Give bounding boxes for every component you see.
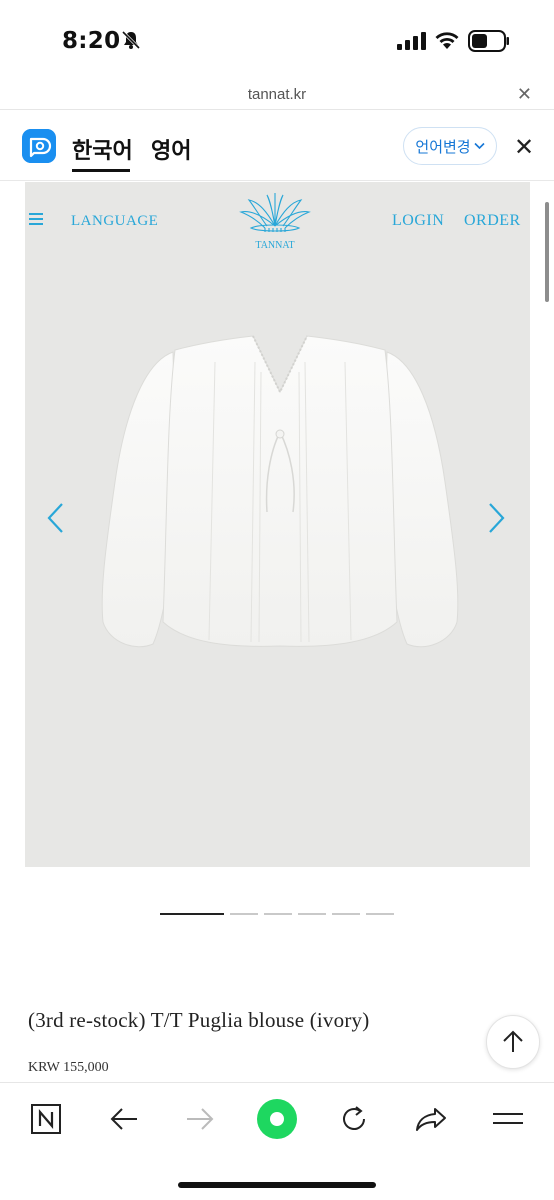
pager-dot[interactable] <box>264 913 292 915</box>
status-bar: 8:20 <box>0 0 554 80</box>
translate-bar: 한국어 영어 언어변경 ✕ <box>0 111 554 181</box>
pager-dot[interactable] <box>332 913 360 915</box>
order-link[interactable]: ORDER <box>464 212 521 230</box>
blouse-product-image <box>101 335 459 648</box>
logo-text: TANNAT <box>255 240 294 251</box>
chevron-down-icon <box>474 142 485 150</box>
product-price: KRW 155,000 <box>28 1060 109 1075</box>
arrow-up-icon <box>503 1030 523 1052</box>
tannat-logo[interactable]: TANNAT <box>237 192 313 254</box>
refresh-icon[interactable] <box>334 1101 374 1137</box>
pager-dot[interactable] <box>366 913 394 915</box>
pager-dot[interactable] <box>298 913 326 915</box>
status-time: 8:20 <box>62 28 121 54</box>
change-language-label: 언어변경 <box>415 137 471 156</box>
scroll-to-top-button[interactable] <box>486 1015 540 1069</box>
product-title: (3rd re-stock) T/T Puglia blouse (ivory) <box>28 1008 370 1032</box>
pager-dot-active[interactable] <box>160 913 224 915</box>
battery-icon <box>468 30 509 52</box>
cellular-signal-icon <box>397 32 426 50</box>
source-language-tab[interactable]: 한국어 <box>72 133 133 165</box>
bell-mute-icon <box>121 30 141 50</box>
wifi-icon <box>435 32 459 49</box>
login-link[interactable]: LOGIN <box>392 212 444 230</box>
url-bar[interactable]: tannat.kr ✕ <box>0 80 554 110</box>
active-tab-indicator <box>72 169 130 172</box>
language-link[interactable]: LANGUAGE <box>71 213 158 230</box>
url-text[interactable]: tannat.kr <box>0 86 554 103</box>
target-language-tab[interactable]: 영어 <box>151 133 191 165</box>
close-translate-icon[interactable]: ✕ <box>514 133 534 162</box>
naver-n-icon[interactable] <box>26 1101 66 1137</box>
chevron-left-icon[interactable] <box>45 502 65 534</box>
forward-arrow-icon[interactable] <box>180 1101 220 1137</box>
page-scrollbar[interactable] <box>545 202 549 302</box>
share-icon[interactable] <box>411 1101 451 1137</box>
home-indicator <box>178 1182 376 1188</box>
hamburger-icon[interactable] <box>29 213 43 225</box>
change-language-button[interactable]: 언어변경 <box>403 127 497 165</box>
papago-app-icon <box>22 129 56 163</box>
green-dot-icon[interactable] <box>256 1098 298 1140</box>
back-arrow-icon[interactable] <box>104 1101 144 1137</box>
close-icon[interactable]: ✕ <box>517 84 532 105</box>
product-image-carousel[interactable]: LANGUAGE TANNAT LOGIN ORDER <box>25 182 530 867</box>
chevron-right-icon[interactable] <box>487 502 507 534</box>
menu-lines-icon[interactable] <box>488 1101 528 1137</box>
pager-dot[interactable] <box>230 913 258 915</box>
